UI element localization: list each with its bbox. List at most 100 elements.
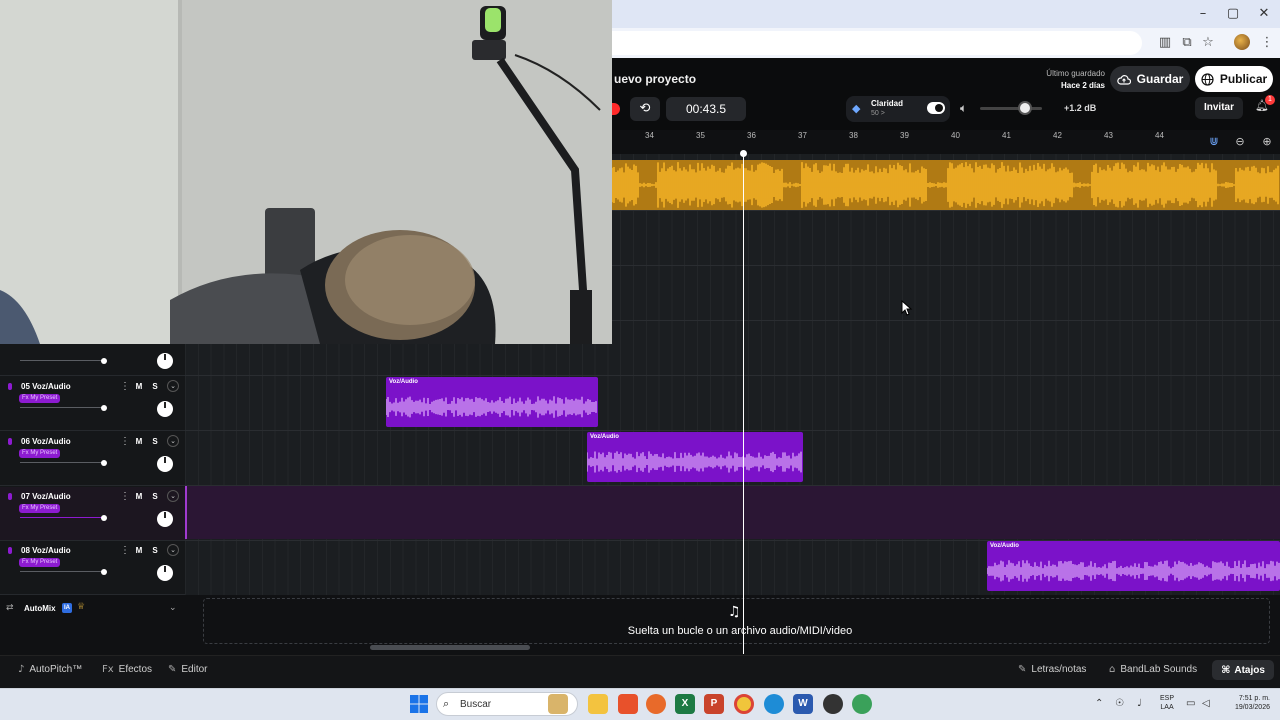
publish-button[interactable]: Publicar: [1195, 66, 1273, 92]
chrome-icon[interactable]: [734, 694, 754, 714]
volume-icon[interactable]: 🔈︎: [960, 101, 967, 116]
volume-knob[interactable]: [101, 515, 107, 521]
maximize-icon[interactable]: ▢: [1219, 4, 1247, 24]
pan-knob[interactable]: [157, 456, 173, 472]
automix-label[interactable]: AutoMix: [24, 604, 56, 613]
timeline-ruler[interactable]: [612, 130, 1280, 154]
horizontal-scrollbar[interactable]: [370, 645, 530, 650]
effects-button[interactable]: Fx Efectos: [102, 664, 152, 675]
chevron-down-icon[interactable]: ⌄: [169, 603, 177, 613]
profile-avatar[interactable]: [1234, 34, 1250, 50]
chevron-down-icon[interactable]: ⌄: [167, 544, 179, 556]
minimize-icon[interactable]: –: [1189, 4, 1217, 24]
bandlab-sounds-button[interactable]: ⌂ BandLab Sounds: [1109, 664, 1197, 675]
loop-icon[interactable]: ⟲: [630, 97, 660, 121]
track-menu-icon[interactable]: ⋮: [120, 491, 130, 502]
pan-knob[interactable]: [157, 511, 173, 527]
solo-button[interactable]: S: [149, 491, 161, 503]
track-menu-icon[interactable]: ⋮: [120, 436, 130, 447]
zoom-in-icon[interactable]: ⊕: [1257, 133, 1277, 151]
volume-slider[interactable]: [20, 407, 104, 408]
fx-preset-chip[interactable]: Fx My Preset: [19, 558, 61, 567]
audio-clip[interactable]: Voz/Audio: [587, 432, 803, 482]
editor-button[interactable]: ✎ Editor: [168, 664, 208, 675]
track-menu-icon[interactable]: ⋮: [120, 545, 130, 556]
clarity-toggle[interactable]: [927, 102, 945, 114]
close-icon[interactable]: ✕: [1250, 4, 1278, 24]
reading-list-icon[interactable]: ▥: [1156, 34, 1174, 52]
clarity-value[interactable]: 50 >: [871, 110, 885, 117]
volume-slider[interactable]: [20, 517, 104, 518]
project-title[interactable]: uevo proyecto: [614, 72, 696, 86]
audio-clip[interactable]: Voz/Audio: [987, 541, 1280, 591]
snap-magnet-icon[interactable]: ⋓: [1204, 133, 1224, 151]
volume-knob[interactable]: [101, 358, 107, 364]
bookmark-star-icon[interactable]: ☆: [1199, 34, 1217, 52]
master-volume-slider[interactable]: [980, 107, 1042, 110]
mute-button[interactable]: M: [133, 381, 145, 393]
browser-menu-icon[interactable]: ⋮: [1258, 34, 1276, 52]
track-name[interactable]: 08 Voz/Audio: [21, 546, 71, 555]
zoom-out-icon[interactable]: ⊖: [1230, 133, 1250, 151]
pan-knob[interactable]: [157, 353, 173, 369]
save-button[interactable]: Guardar: [1110, 66, 1190, 92]
lyrics-button[interactable]: ✎ Letras/notas: [1018, 664, 1086, 675]
chrome-profile-icon[interactable]: [852, 694, 872, 714]
track-header-partial[interactable]: [0, 344, 185, 376]
volume-knob[interactable]: [101, 405, 107, 411]
playhead-handle[interactable]: [740, 150, 747, 157]
fx-preset-chip[interactable]: Fx My Preset: [19, 504, 61, 513]
address-bar[interactable]: [612, 31, 1142, 55]
system-clock[interactable]: 7:51 p. m. 19/03/2026: [1220, 694, 1270, 712]
track-name[interactable]: 05 Voz/Audio: [21, 382, 71, 391]
firefox-icon[interactable]: [646, 694, 666, 714]
file-explorer-icon[interactable]: [588, 694, 608, 714]
fx-preset-chip[interactable]: Fx My Preset: [19, 394, 61, 403]
selected-track-lane[interactable]: [185, 486, 1280, 539]
app-icon[interactable]: [823, 694, 843, 714]
master-volume-knob[interactable]: [1018, 101, 1032, 115]
tray-app-icon[interactable]: ☉: [1115, 698, 1124, 709]
word-icon[interactable]: W: [793, 694, 813, 714]
excel-icon[interactable]: X: [675, 694, 695, 714]
speaker-icon[interactable]: ◁: [1202, 698, 1210, 709]
track-menu-icon[interactable]: ⋮: [120, 381, 130, 392]
track-name[interactable]: 07 Voz/Audio: [21, 492, 71, 501]
solo-button[interactable]: S: [149, 381, 161, 393]
track-header[interactable]: 06 Voz/Audio Fx My Preset ⋮ M S ⌄: [0, 432, 185, 486]
brave-browser-icon[interactable]: [618, 694, 638, 714]
autopitch-button[interactable]: ♪ AutoPitch™: [18, 664, 82, 675]
chevron-down-icon[interactable]: ⌄: [167, 380, 179, 392]
audio-clip[interactable]: Voz/Audio: [386, 377, 598, 427]
shortcuts-button[interactable]: ⌘ Atajos: [1212, 660, 1274, 680]
windows-start-icon[interactable]: [410, 695, 428, 713]
tray-overflow-icon[interactable]: ⌃: [1095, 698, 1103, 709]
microphone-icon[interactable]: ♩: [1137, 698, 1142, 709]
mute-button[interactable]: M: [133, 491, 145, 503]
invite-button[interactable]: Invitar: [1195, 97, 1243, 119]
volume-knob[interactable]: [101, 460, 107, 466]
powerpoint-icon[interactable]: P: [704, 694, 724, 714]
volume-slider[interactable]: [20, 462, 104, 463]
chevron-down-icon[interactable]: ⌄: [167, 435, 179, 447]
playhead[interactable]: [743, 154, 744, 654]
solo-button[interactable]: S: [149, 436, 161, 448]
track-name[interactable]: 06 Voz/Audio: [21, 437, 71, 446]
volume-slider[interactable]: [20, 571, 104, 572]
mute-button[interactable]: M: [133, 436, 145, 448]
track-header[interactable]: 05 Voz/Audio Fx My Preset ⋮ M S ⌄: [0, 377, 185, 431]
volume-slider[interactable]: [20, 360, 104, 361]
solo-button[interactable]: S: [149, 545, 161, 557]
pan-knob[interactable]: [157, 401, 173, 417]
mute-button[interactable]: M: [133, 545, 145, 557]
chevron-down-icon[interactable]: ⌄: [167, 490, 179, 502]
language-indicator[interactable]: ESP LAA: [1160, 694, 1174, 712]
install-app-icon[interactable]: ⧉: [1178, 34, 1196, 52]
track-header-selected[interactable]: 07 Voz/Audio Fx My Preset ⋮ M S ⌄: [0, 487, 185, 541]
pan-knob[interactable]: [157, 565, 173, 581]
track-header[interactable]: 08 Voz/Audio Fx My Preset ⋮ M S ⌄: [0, 541, 185, 595]
edge-icon[interactable]: [764, 694, 784, 714]
fx-preset-chip[interactable]: Fx My Preset: [19, 449, 61, 458]
volume-knob[interactable]: [101, 569, 107, 575]
monitor-icon[interactable]: ▭: [1186, 698, 1195, 709]
